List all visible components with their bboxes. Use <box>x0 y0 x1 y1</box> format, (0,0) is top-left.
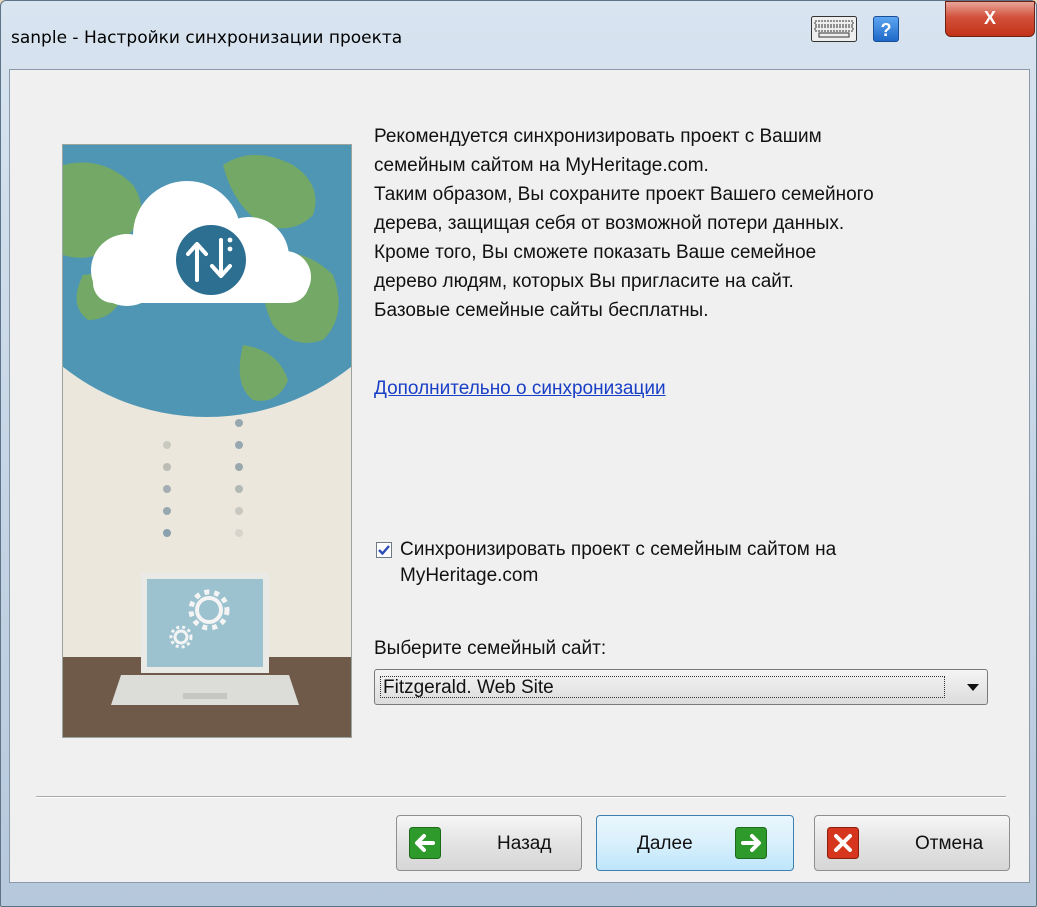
sync-label-line1: Синхронизировать проект с семейным сайто… <box>400 539 837 560</box>
description-line: семейным сайтом на MyHeritage.com. <box>374 155 709 176</box>
sync-checkbox[interactable] <box>376 542 392 558</box>
keyboard-button[interactable] <box>811 16 857 42</box>
back-button-label: Назад <box>497 833 552 854</box>
sync-illustration <box>62 144 352 738</box>
back-arrow-icon <box>409 827 441 859</box>
description-line: Таким образом, Вы сохраните проект Вашег… <box>374 184 874 205</box>
sync-checkbox-label[interactable]: Синхронизировать проект с семейным сайто… <box>400 537 1000 589</box>
next-arrow-icon <box>735 827 767 859</box>
dialog-client-area: Рекомендуется синхронизировать проект с … <box>9 69 1030 883</box>
checkmark-icon <box>378 545 390 556</box>
help-icon: ? <box>880 20 892 40</box>
button-divider <box>36 796 1006 798</box>
more-about-sync-link[interactable]: Дополнительно о синхронизации <box>374 378 666 400</box>
description-text: Рекомендуется синхронизировать проект с … <box>374 122 1014 325</box>
chevron-down-icon <box>967 684 979 691</box>
close-icon: X <box>983 8 996 28</box>
keyboard-icon <box>811 16 857 42</box>
cancel-x-icon <box>827 827 859 859</box>
back-button[interactable]: Назад <box>396 815 582 871</box>
cancel-button-label: Отмена <box>915 833 984 854</box>
window-title: sanple - Настройки синхронизации проекта <box>11 28 403 48</box>
description-line: Кроме того, Вы сможете показать Ваше сем… <box>374 242 817 263</box>
site-select-dropdown[interactable]: Fitzgerald. Web Site <box>374 669 988 705</box>
description-line: дерева, защищая себя от возможной потери… <box>374 213 845 234</box>
site-select-value: Fitzgerald. Web Site <box>380 676 945 698</box>
next-button-label: Далее <box>637 833 693 854</box>
description-line: дерево людям, которых Вы пригласите на с… <box>374 271 794 292</box>
close-button[interactable]: X <box>945 1 1035 37</box>
sync-label-line2: MyHeritage.com <box>400 565 539 586</box>
description-line: Базовые семейные сайты бесплатны. <box>374 300 709 321</box>
help-button[interactable]: ? <box>873 16 899 42</box>
cloud-sync-icon <box>176 225 246 295</box>
cancel-button[interactable]: Отмена <box>814 815 1010 871</box>
title-bar[interactable]: sanple - Настройки синхронизации проекта… <box>1 1 1036 71</box>
description-line: Рекомендуется синхронизировать проект с … <box>374 126 822 147</box>
site-select-label: Выберите семейный сайт: <box>374 638 607 659</box>
next-button[interactable]: Далее <box>596 815 794 871</box>
dialog-window: sanple - Настройки синхронизации проекта… <box>0 0 1037 907</box>
